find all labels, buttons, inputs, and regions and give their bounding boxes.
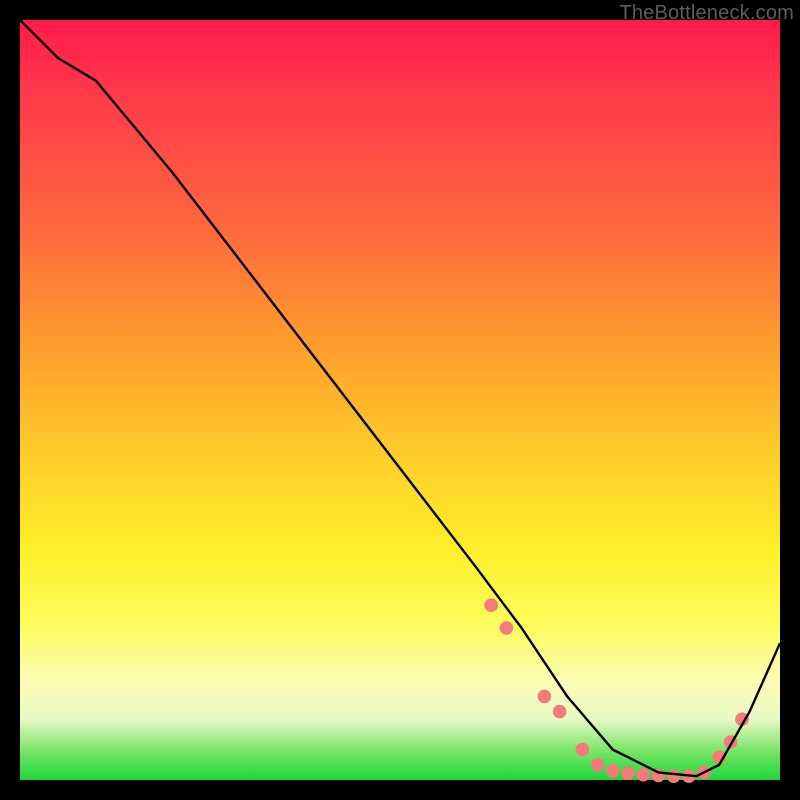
marker-dot [538,690,552,704]
marker-dot [606,764,620,778]
marker-layer [484,598,748,783]
marker-dot [636,768,650,782]
marker-dot [500,621,514,635]
chart-stage: TheBottleneck.com [0,0,800,800]
chart-overlay [20,20,780,780]
marker-dot [553,705,567,719]
marker-dot [667,769,681,783]
marker-dot [591,758,605,772]
marker-dot [621,766,635,780]
marker-dot [484,598,498,612]
curve-line [20,20,780,776]
marker-dot [576,743,590,757]
